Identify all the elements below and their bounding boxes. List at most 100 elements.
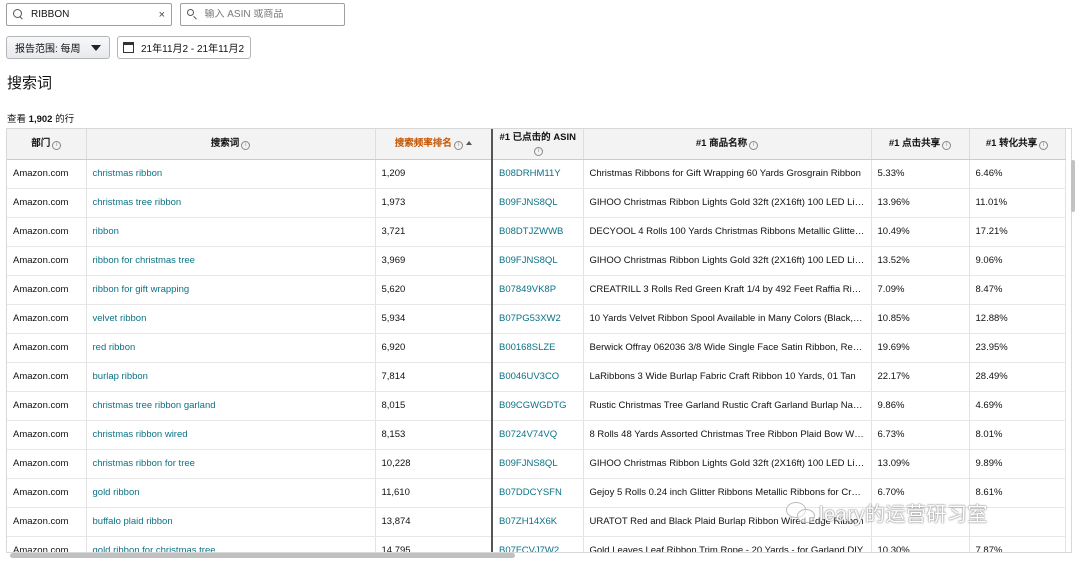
header-dept[interactable]: 部门 i: [7, 129, 87, 160]
info-icon[interactable]: i: [453, 140, 463, 150]
info-icon[interactable]: i: [52, 140, 62, 150]
report-range-dropdown[interactable]: 报告范围: 每周: [6, 36, 110, 59]
cell-conversion-share: 6.46%: [969, 159, 1066, 189]
cell-clicked-asin[interactable]: B07ZH14X6K: [491, 507, 584, 537]
cell-clicked-asin[interactable]: B07DDCYSFN: [491, 478, 584, 508]
cell-conversion-share: 12.88%: [969, 304, 1066, 334]
cell-search-term[interactable]: christmas ribbon for tree: [86, 449, 376, 479]
header-click-label: #1 点击共享: [888, 137, 941, 149]
cell-clicked-asin[interactable]: B09FJNS8QL: [491, 188, 584, 218]
cell-department: Amazon.com: [7, 246, 87, 276]
table-row: Amazon.com gold ribbon for christmas tree…: [7, 536, 1066, 552]
info-icon[interactable]: i: [241, 140, 251, 150]
info-icon[interactable]: i: [534, 146, 544, 156]
date-range-value[interactable]: 21年11月2 - 21年11月2: [141, 40, 244, 55]
cell-clicked-asin[interactable]: B08DRHM11Y: [491, 159, 584, 189]
cell-product-title: GIHOO Christmas Ribbon Lights Gold 32ft …: [583, 246, 872, 276]
search-icon: [187, 8, 198, 21]
cell-department: Amazon.com: [7, 188, 87, 218]
search-terms-table: 部门 i 搜索词 i 搜索频率排名 i #1 已点击的 ASIN i #1 商品名称 i …: [6, 128, 1072, 553]
cell-department: Amazon.com: [7, 507, 87, 537]
cell-product-title: GIHOO Christmas Ribbon Lights Gold 32ft …: [583, 188, 872, 218]
cell-clicked-asin[interactable]: B00168SLZE: [491, 333, 584, 363]
header-click-share[interactable]: #1 点击共享 i: [871, 129, 970, 160]
cell-search-term[interactable]: ribbon for gift wrapping: [86, 275, 376, 305]
header-term-label: 搜索词: [210, 137, 240, 149]
calendar-icon[interactable]: [123, 42, 134, 53]
clear-search-icon[interactable]: ×: [159, 9, 165, 21]
cell-click-share: 5.33%: [871, 159, 970, 189]
cell-product-title: 8 Rolls 48 Yards Assorted Christmas Tree…: [583, 420, 872, 450]
cell-department: Amazon.com: [7, 275, 87, 305]
cell-search-rank: 8,015: [375, 391, 493, 421]
cell-product-title: Gold Leaves Leaf Ribbon Trim Rope - 20 Y…: [583, 536, 872, 552]
sort-ascending-icon[interactable]: [465, 140, 472, 145]
cell-search-term[interactable]: ribbon for christmas tree: [86, 246, 376, 276]
watermark: leary的运营研习室: [786, 498, 988, 527]
report-range-label: 报告范围: 每周: [15, 44, 81, 55]
date-range-picker[interactable]: 21年11月2 - 21年11月2: [117, 36, 251, 59]
header-search-term[interactable]: 搜索词 i: [86, 129, 376, 160]
cell-search-term[interactable]: burlap ribbon: [86, 362, 376, 392]
cell-search-term[interactable]: buffalo plaid ribbon: [86, 507, 376, 537]
cell-click-share: 13.09%: [871, 449, 970, 479]
cell-search-term[interactable]: red ribbon: [86, 333, 376, 363]
cell-department: Amazon.com: [7, 449, 87, 479]
cell-search-term[interactable]: velvet ribbon: [86, 304, 376, 334]
header-clicked-asin[interactable]: #1 已点击的 ASIN i: [491, 129, 584, 160]
cell-conversion-share: 9.89%: [969, 449, 1066, 479]
cell-clicked-asin[interactable]: B07PG53XW2: [491, 304, 584, 334]
asin-search-field[interactable]: [204, 9, 338, 20]
view-count-prefix: 查看: [7, 114, 27, 125]
table-header-row: 部门 i 搜索词 i 搜索频率排名 i #1 已点击的 ASIN i #1 商品名称 i …: [7, 129, 1066, 160]
asin-search-input[interactable]: [180, 3, 345, 26]
cell-product-title: GIHOO Christmas Ribbon Lights Gold 32ft …: [583, 449, 872, 479]
table-row: Amazon.com ribbon for gift wrapping 5,620 B…: [7, 275, 1066, 305]
table-row: Amazon.com christmas ribbon wired 8,153 B07…: [7, 420, 1066, 450]
cell-department: Amazon.com: [7, 217, 87, 247]
cell-clicked-asin[interactable]: B07849VK8P: [491, 275, 584, 305]
cell-search-term[interactable]: christmas tree ribbon garland: [86, 391, 376, 421]
search-input-value[interactable]: RIBBON: [31, 9, 159, 20]
cell-search-term[interactable]: christmas tree ribbon: [86, 188, 376, 218]
cell-search-term[interactable]: christmas ribbon: [86, 159, 376, 189]
cell-search-term[interactable]: ribbon: [86, 217, 376, 247]
cell-clicked-asin[interactable]: B09FJNS8QL: [491, 246, 584, 276]
info-icon[interactable]: i: [942, 140, 952, 150]
cell-department: Amazon.com: [7, 333, 87, 363]
cell-search-term[interactable]: gold ribbon for christmas tree: [86, 536, 376, 552]
info-icon[interactable]: i: [749, 140, 759, 150]
search-input[interactable]: RIBBON ×: [6, 3, 172, 26]
cell-conversion-share: 7.87%: [969, 536, 1066, 552]
cell-search-term[interactable]: gold ribbon: [86, 478, 376, 508]
cell-click-share: 13.96%: [871, 188, 970, 218]
header-conversion-share[interactable]: #1 转化共享 i: [969, 129, 1066, 160]
cell-clicked-asin[interactable]: B09CGWGDTG: [491, 391, 584, 421]
view-count-number: 1,902: [28, 114, 53, 125]
cell-click-share: 22.17%: [871, 362, 970, 392]
cell-search-rank: 1,209: [375, 159, 493, 189]
cell-product-title: LaRibbons 3 Wide Burlap Fabric Craft Rib…: [583, 362, 872, 392]
cell-department: Amazon.com: [7, 391, 87, 421]
cell-conversion-share: 23.95%: [969, 333, 1066, 363]
wechat-icon: [786, 499, 816, 527]
table-row: Amazon.com velvet ribbon 5,934 B07PG53XW2 10…: [7, 304, 1066, 334]
cell-clicked-asin[interactable]: B09FJNS8QL: [491, 449, 584, 479]
cell-clicked-asin[interactable]: B0046UV3CO: [491, 362, 584, 392]
header-product-title[interactable]: #1 商品名称 i: [583, 129, 872, 160]
cell-clicked-asin[interactable]: B08DTJZWWB: [491, 217, 584, 247]
info-icon[interactable]: i: [1039, 140, 1049, 150]
cell-search-rank: 8,153: [375, 420, 493, 450]
cell-search-rank: 7,814: [375, 362, 493, 392]
cell-search-term[interactable]: christmas ribbon wired: [86, 420, 376, 450]
horizontal-scrollbar[interactable]: [10, 553, 515, 558]
cell-search-rank: 13,874: [375, 507, 493, 537]
header-search-rank[interactable]: 搜索频率排名 i: [375, 129, 493, 160]
cell-search-rank: 3,969: [375, 246, 493, 276]
table-row: Amazon.com ribbon for christmas tree 3,969…: [7, 246, 1066, 276]
cell-clicked-asin[interactable]: B07FCVJ7W2: [491, 536, 584, 552]
cell-clicked-asin[interactable]: B0724V74VQ: [491, 420, 584, 450]
vertical-scrollbar[interactable]: [1071, 160, 1075, 212]
cell-product-title: Berwick Offray 062036 3/8 Wide Single Fa…: [583, 333, 872, 363]
cell-department: Amazon.com: [7, 362, 87, 392]
